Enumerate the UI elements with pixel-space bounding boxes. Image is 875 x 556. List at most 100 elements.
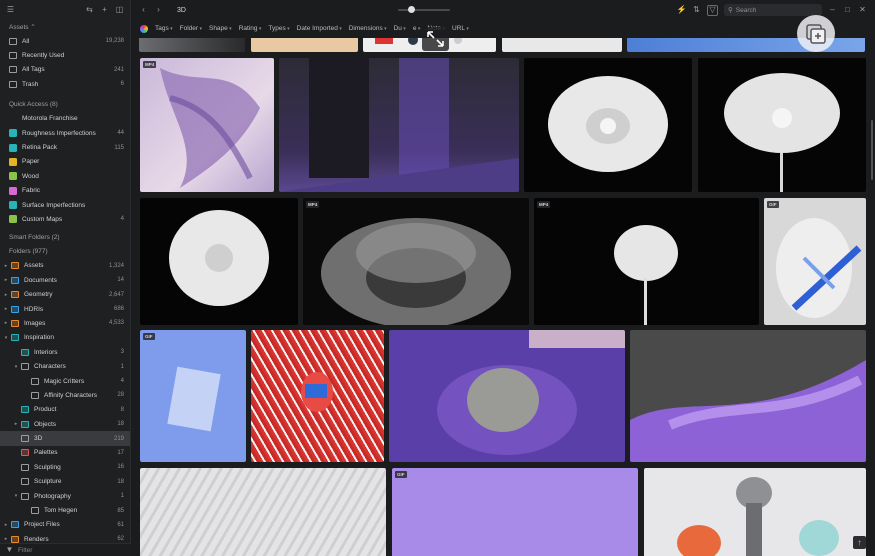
- asset-tile[interactable]: [630, 330, 866, 462]
- disclosure-icon[interactable]: ▾: [13, 493, 19, 499]
- plus-icon[interactable]: +: [100, 6, 109, 15]
- quick-access-item[interactable]: Fabric: [0, 184, 130, 198]
- folder-item[interactable]: Sculpting 16: [0, 460, 130, 474]
- disclosure-icon[interactable]: ▾: [13, 364, 19, 370]
- quick-access-item[interactable]: Roughness Imperfections 44: [0, 126, 130, 140]
- disclosure-icon[interactable]: ▸: [3, 536, 9, 542]
- disclosure-icon[interactable]: ▸: [3, 320, 9, 326]
- quick-access-item[interactable]: Wood: [0, 169, 130, 183]
- disclosure-icon[interactable]: ▸: [3, 306, 9, 312]
- disclosure-icon[interactable]: ▾: [3, 335, 9, 341]
- sidebar-item[interactable]: Recently Used: [0, 48, 130, 62]
- asset-tile[interactable]: [140, 198, 298, 325]
- zoom-slider-thumb[interactable]: [408, 6, 415, 13]
- folder-item[interactable]: ▾ Photography 1: [0, 489, 130, 503]
- folder-item[interactable]: Magic Critters 4: [0, 374, 130, 388]
- folder-item[interactable]: ▾ Inspiration: [0, 331, 130, 345]
- filter-dropdown[interactable]: Shape: [209, 25, 232, 32]
- filter-dropdown[interactable]: Rating: [239, 25, 262, 32]
- zoom-slider[interactable]: [398, 6, 450, 13]
- folder-item[interactable]: ▾ Characters 1: [0, 359, 130, 373]
- quick-access-item[interactable]: Custom Maps 4: [0, 212, 130, 226]
- breadcrumb[interactable]: 3D: [177, 7, 186, 14]
- sidebar-item[interactable]: All Tags 241: [0, 63, 130, 77]
- minimize-icon[interactable]: –: [828, 6, 837, 15]
- folder-item[interactable]: ▸ HDRIs 686: [0, 302, 130, 316]
- filter-dropdown[interactable]: Folder: [180, 25, 202, 32]
- folder-item[interactable]: Sculpture 18: [0, 475, 130, 489]
- sidebar-item[interactable]: All 19,238: [0, 34, 130, 48]
- color-filter-icon[interactable]: [140, 24, 148, 33]
- asset-tile[interactable]: [524, 58, 692, 192]
- disclosure-icon[interactable]: ▸: [3, 277, 9, 283]
- asset-tile[interactable]: [502, 38, 622, 52]
- folder-icon: [31, 391, 39, 399]
- sort-order-icon[interactable]: ⇅: [692, 6, 701, 15]
- filter-field[interactable]: ▼ Filter: [0, 543, 131, 556]
- assets-header[interactable]: Assets ⌃: [0, 20, 130, 34]
- lightning-icon[interactable]: ⚡: [677, 6, 687, 15]
- filter-dropdown[interactable]: URL: [452, 25, 469, 32]
- folder-item-label: Documents: [24, 276, 57, 284]
- asset-tile[interactable]: MP4: [140, 58, 274, 192]
- smart-folders-header[interactable]: Smart Folders (2): [0, 231, 130, 245]
- scrollbar[interactable]: [871, 120, 873, 180]
- folder-item[interactable]: ▸ Documents 14: [0, 273, 130, 287]
- asset-tile[interactable]: [389, 330, 625, 462]
- folder-item[interactable]: Tom Hegen 85: [0, 503, 130, 517]
- asset-tile[interactable]: MP4: [303, 198, 529, 325]
- quick-access-item[interactable]: Surface Imperfections: [0, 198, 130, 212]
- asset-tile[interactable]: [139, 38, 245, 52]
- folder-item[interactable]: Product 8: [0, 403, 130, 417]
- folder-item[interactable]: ▸ Objects 18: [0, 417, 130, 431]
- folder-item[interactable]: ▸ Geometry 2,647: [0, 287, 130, 301]
- filter-dropdown[interactable]: Dimensions: [349, 25, 387, 32]
- asset-tile[interactable]: GIF: [764, 198, 866, 325]
- asset-tile[interactable]: [251, 38, 358, 52]
- quick-access-item[interactable]: Retina Pack 115: [0, 140, 130, 154]
- asset-tile[interactable]: MP4: [534, 198, 759, 325]
- asset-tile[interactable]: [698, 58, 866, 192]
- sidebar-item-label: Recently Used: [22, 52, 65, 60]
- folder-item[interactable]: Affinity Characters 28: [0, 388, 130, 402]
- filter-dropdown[interactable]: e: [413, 25, 421, 32]
- disclosure-icon[interactable]: ▸: [13, 421, 19, 427]
- copy-add-button[interactable]: [797, 15, 835, 52]
- maximize-icon[interactable]: □: [843, 6, 852, 15]
- disclosure-icon[interactable]: ▸: [3, 522, 9, 528]
- asset-tile[interactable]: [644, 468, 866, 556]
- asset-tile[interactable]: [251, 330, 384, 462]
- gif-badge: GIF: [395, 471, 407, 478]
- asset-tile[interactable]: [279, 58, 519, 192]
- sidebar-item[interactable]: Trash 6: [0, 77, 130, 91]
- quick-access-item[interactable]: Motorola Franchise: [0, 112, 130, 126]
- asset-tile[interactable]: GIF: [140, 330, 246, 462]
- folder-item[interactable]: Interiors 3: [0, 345, 130, 359]
- sort-icon[interactable]: ⇆: [85, 6, 94, 15]
- panel-icon[interactable]: ◫: [115, 6, 124, 15]
- filter-dropdown[interactable]: Types: [268, 25, 289, 32]
- close-icon[interactable]: ✕: [858, 6, 867, 15]
- folder-item[interactable]: Palettes 17: [0, 446, 130, 460]
- expand-button[interactable]: [422, 27, 449, 51]
- folders-header[interactable]: Folders (977): [0, 245, 130, 259]
- folder-item[interactable]: ▸ Assets 1,324: [0, 259, 130, 273]
- scroll-top-button[interactable]: ↑: [853, 536, 866, 549]
- filter-dropdown[interactable]: Date Imported: [297, 25, 342, 32]
- disclosure-icon[interactable]: ▸: [3, 263, 9, 269]
- asset-tile[interactable]: GIF: [392, 468, 638, 556]
- folder-item[interactable]: ▸ Project Files 61: [0, 518, 130, 532]
- filter-dropdown[interactable]: Tags: [155, 25, 173, 32]
- folder-item-label: Tom Hegen: [44, 507, 78, 515]
- forward-arrow-icon[interactable]: ›: [154, 6, 163, 15]
- back-arrow-icon[interactable]: ‹: [139, 6, 148, 15]
- filter-dropdown[interactable]: Du: [394, 25, 406, 32]
- quick-access-item[interactable]: Paper: [0, 155, 130, 169]
- filter-icon[interactable]: ▽: [707, 4, 718, 16]
- folder-item[interactable]: ▸ Images 4,533: [0, 316, 130, 330]
- asset-tile[interactable]: [140, 468, 386, 556]
- menu-icon[interactable]: ☰: [6, 6, 15, 15]
- quick-access-header[interactable]: Quick Access (8): [0, 98, 130, 112]
- folder-item[interactable]: 3D 219: [0, 431, 130, 446]
- disclosure-icon[interactable]: ▸: [3, 292, 9, 298]
